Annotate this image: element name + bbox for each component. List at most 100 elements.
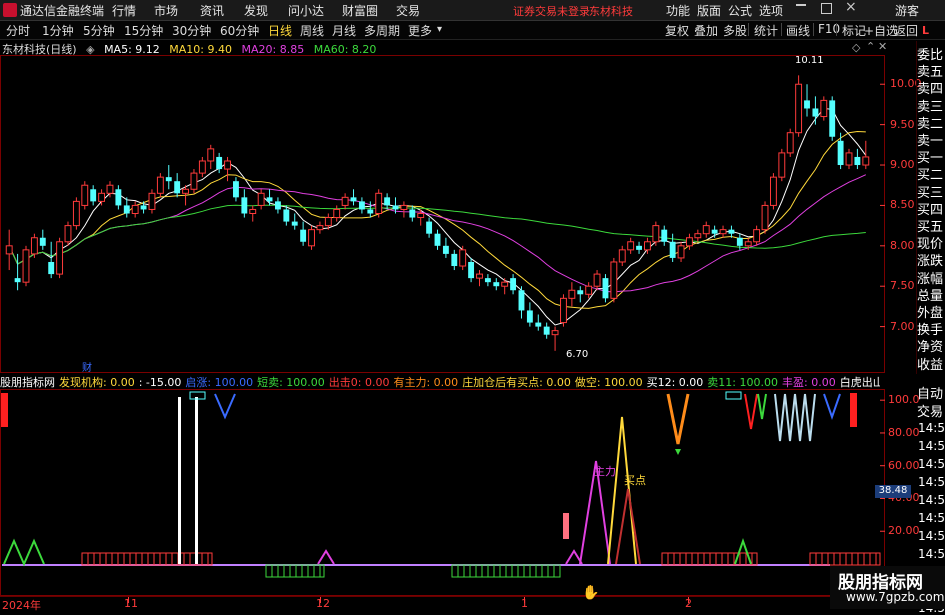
candle-body-up	[459, 249, 467, 267]
candle-body-down	[90, 189, 97, 202]
menu-hangqing[interactable]: 行情	[112, 2, 136, 19]
candle-body-up	[308, 229, 315, 247]
menu-gongshi[interactable]: 公式	[728, 2, 752, 19]
tool-back[interactable]: 返回	[894, 22, 918, 39]
menu-shichang[interactable]: 市场	[154, 2, 178, 19]
separator	[781, 23, 782, 36]
candlestick-chart[interactable]	[0, 55, 885, 373]
blue-v-marker	[214, 393, 236, 420]
candle-body-up	[820, 99, 828, 118]
indicator-legend-item: 有主力: 0.00	[393, 376, 459, 389]
quote-item: 现价	[917, 237, 944, 253]
red-v-marker	[744, 393, 758, 430]
white-v-marker	[784, 393, 796, 442]
candle-body-down	[140, 205, 147, 210]
candle-body-up	[417, 213, 425, 219]
candle-body-up	[761, 204, 769, 231]
candle-body-up	[610, 261, 618, 299]
maximize-icon[interactable]	[821, 3, 832, 14]
candle-body-down	[636, 245, 642, 250]
candle-body-up	[190, 172, 198, 190]
candle-body-down	[39, 237, 46, 246]
candle-body-down	[409, 209, 416, 218]
magenta-triangle	[317, 549, 335, 565]
minimize-icon[interactable]	[796, 4, 806, 6]
time-tick	[688, 597, 689, 603]
candle-body-down	[174, 181, 181, 194]
separator	[813, 23, 814, 36]
candle-body-up	[182, 188, 189, 194]
menu-jiaoyi[interactable]: 交易	[396, 2, 420, 19]
quote-item: 涨幅	[917, 271, 944, 287]
ind-tick-label: 100.0	[888, 393, 920, 407]
guest-login[interactable]: 游客	[895, 2, 919, 19]
price-tick-label: 9.50	[890, 117, 915, 131]
tool-tongji[interactable]: 统计	[754, 22, 778, 39]
indicator-legend-item: 做空: 100.00	[574, 376, 643, 389]
period-multi[interactable]: 多周期	[364, 22, 400, 39]
period-1min[interactable]: 1分钟	[42, 22, 74, 39]
menu-banmian[interactable]: 版面	[697, 2, 721, 19]
period-30min[interactable]: 30分钟	[172, 22, 211, 39]
login-warning[interactable]: 证券交易未登录	[513, 3, 590, 19]
more-dropdown-icon[interactable]: ▾	[437, 24, 442, 35]
candle-body-up	[644, 241, 651, 251]
candle-body-down	[241, 197, 248, 214]
tool-duogu[interactable]: 多股	[723, 22, 747, 39]
settings-icon[interactable]: ⌃	[866, 40, 875, 53]
period-weekly[interactable]: 周线	[300, 22, 324, 39]
tool-add-watchlist[interactable]: +自选	[864, 22, 898, 39]
time-stamp: 14:56	[918, 421, 945, 435]
quote-item: 委比	[917, 48, 944, 63]
period-monthly[interactable]: 月线	[332, 22, 356, 39]
indicator-chart[interactable]	[0, 389, 885, 596]
tool-huaxian[interactable]: 画线	[786, 22, 810, 39]
candle-body-up	[652, 225, 660, 243]
period-60min[interactable]: 60分钟	[220, 22, 259, 39]
candle-body-down	[274, 201, 281, 210]
menu-caifuquan[interactable]: 财富圈	[342, 2, 378, 19]
indicator-mode-item: 自动	[917, 387, 944, 402]
diamond-icon[interactable]: ◇	[852, 41, 860, 54]
candle-body-down	[577, 290, 584, 295]
cai-marker: 财	[82, 363, 92, 374]
period-daily[interactable]: 日线	[268, 22, 292, 39]
candle-body-down	[829, 100, 836, 137]
candle-body-up	[131, 204, 139, 214]
tool-biaoji[interactable]: 标记	[842, 22, 866, 39]
menu-zixun[interactable]: 资讯	[200, 2, 224, 19]
indicator-legend-item: 出击0: 0.00	[328, 376, 390, 389]
candle-body-down	[837, 140, 844, 166]
candle-body-down	[165, 177, 172, 182]
menu-gongneng[interactable]: 功能	[666, 2, 690, 19]
candle-body-up	[22, 249, 30, 283]
quote-item: 换手	[917, 323, 944, 339]
quote-item: 收益	[917, 357, 944, 373]
white-v-marker	[774, 393, 786, 442]
menu-faxian[interactable]: 发现	[244, 2, 268, 19]
candle-body-down	[661, 229, 668, 242]
close-icon[interactable]: ×	[845, 0, 857, 15]
tool-diejia[interactable]: 叠加	[694, 22, 718, 39]
separator	[836, 23, 837, 36]
candle-body-up	[618, 249, 626, 263]
price-tick-label: 8.50	[890, 198, 915, 212]
candle-body-up	[769, 176, 777, 206]
period-5min[interactable]: 5分钟	[83, 22, 115, 39]
menu-wenxiaoda[interactable]: 问小达	[288, 2, 324, 19]
tool-fuquan[interactable]: 复权	[665, 22, 689, 39]
candle-body-down	[358, 201, 365, 210]
candle-body-up	[551, 330, 559, 336]
period-fenshi[interactable]: 分时	[6, 22, 30, 39]
candle-body-up	[156, 176, 164, 194]
candle-body-up	[198, 160, 206, 174]
candle-body-up	[702, 225, 710, 235]
close-pane-icon[interactable]: ✕	[878, 40, 887, 53]
candle-body-up	[5, 245, 13, 255]
candle-body-down	[669, 241, 676, 258]
menu-xuanxiang[interactable]: 选项	[759, 2, 783, 19]
candle-body-up	[64, 225, 72, 243]
period-more[interactable]: 更多	[408, 22, 432, 39]
candle-body-up	[778, 152, 786, 178]
period-15min[interactable]: 15分钟	[124, 22, 163, 39]
